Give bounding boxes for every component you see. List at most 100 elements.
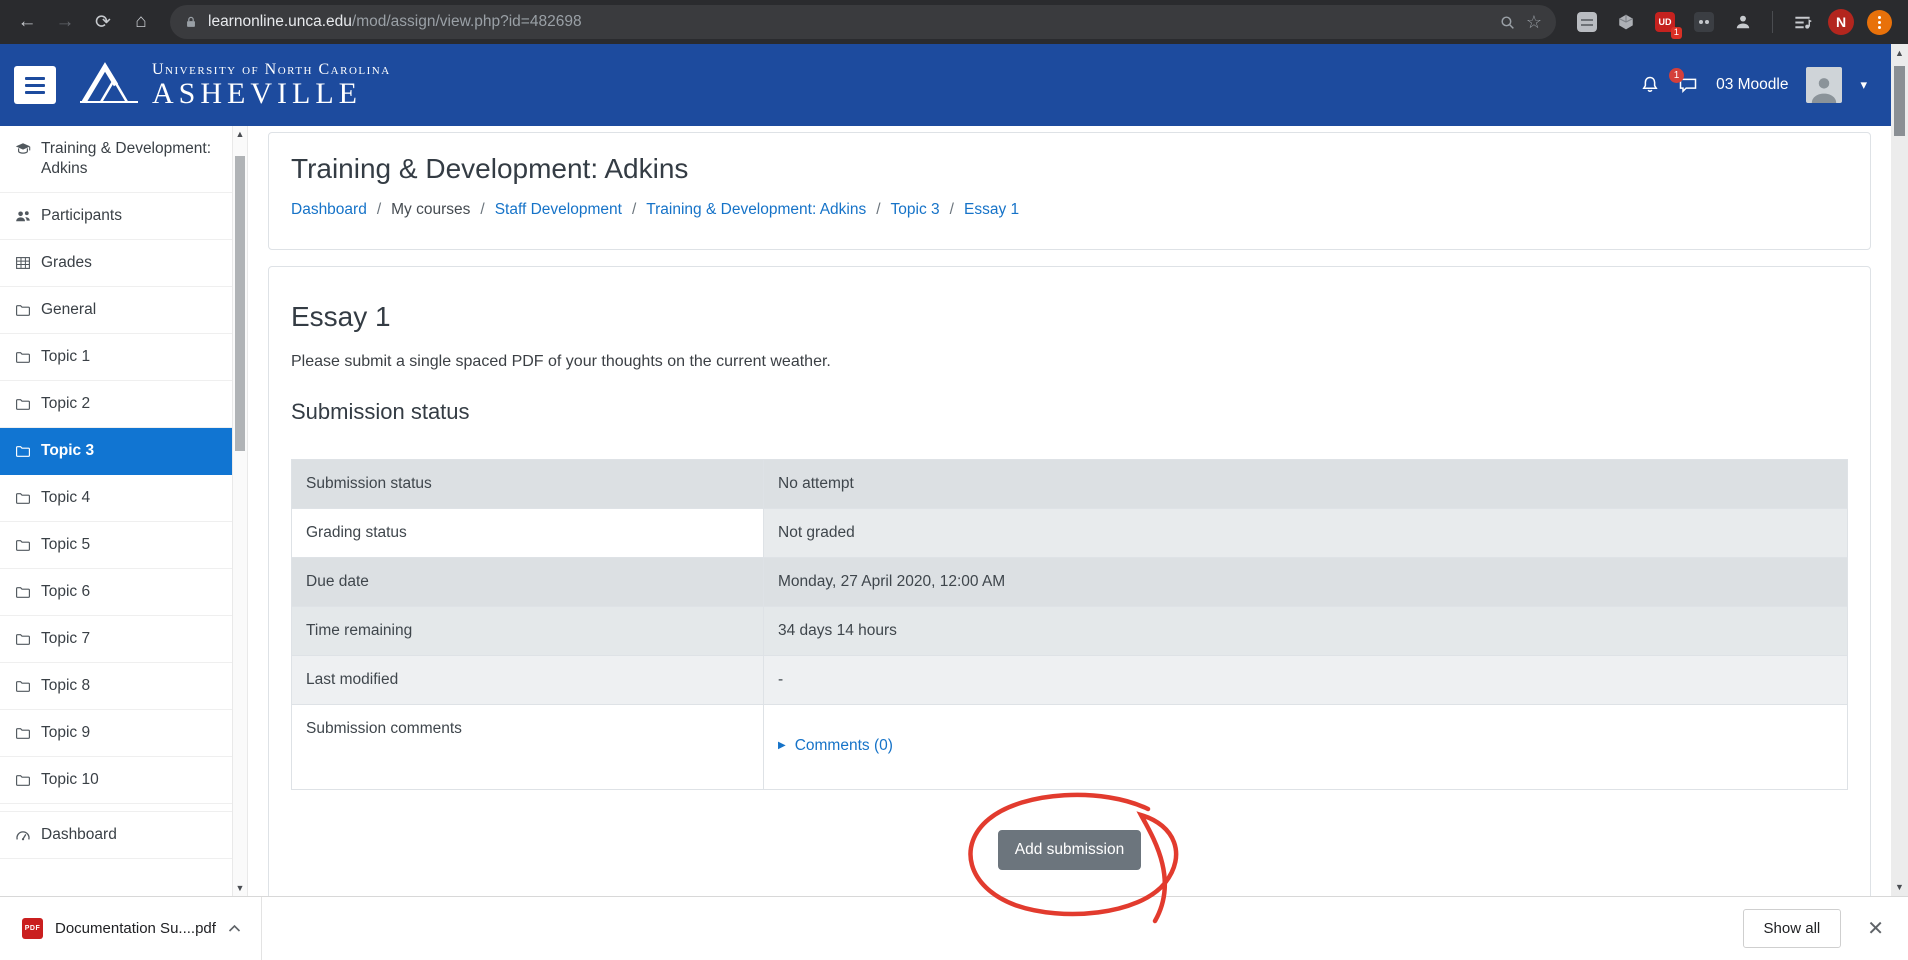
status-row-value: Monday, 27 April 2020, 12:00 AM	[764, 558, 1848, 607]
notifications-bell-icon[interactable]	[1640, 75, 1660, 95]
breadcrumb-item[interactable]: Topic 3	[891, 201, 940, 219]
messages-icon[interactable]: 1	[1678, 75, 1698, 95]
extensions-area: UD 1 N	[1568, 9, 1898, 35]
zoom-icon[interactable]	[1499, 14, 1516, 31]
logo-line2: ASHEVILLE	[152, 79, 391, 109]
breadcrumb-separator: /	[950, 201, 954, 219]
folder-icon	[15, 490, 31, 506]
pdf-file-icon: PDF	[22, 918, 43, 939]
sidebar-scroll-thumb[interactable]	[235, 156, 245, 451]
breadcrumb-item[interactable]: Essay 1	[964, 201, 1019, 219]
show-all-button[interactable]: Show all	[1743, 909, 1842, 948]
home-button[interactable]: ⌂	[124, 5, 158, 39]
status-row-value: No attempt	[764, 460, 1848, 509]
status-row: Due dateMonday, 27 April 2020, 12:00 AM	[292, 558, 1848, 607]
browser-menu-icon[interactable]	[1867, 10, 1892, 35]
sidebar-item-topic-4[interactable]: Topic 4	[0, 475, 232, 522]
unca-logo[interactable]: University of North Carolina ASHEVILLE	[78, 60, 391, 111]
page-scroll-down-icon[interactable]: ▼	[1895, 882, 1904, 892]
download-filename[interactable]: Documentation Su....pdf	[55, 920, 216, 937]
sidebar-item-participants[interactable]: Participants	[0, 193, 232, 240]
sidebar-item-topic-8[interactable]: Topic 8	[0, 663, 232, 710]
status-row-label: Time remaining	[292, 607, 764, 656]
status-row: Last modified-	[292, 656, 1848, 705]
sidebar-item-general[interactable]: General	[0, 287, 232, 334]
status-row: Grading statusNot graded	[292, 509, 1848, 558]
sidebar-scroll-down-icon[interactable]: ▼	[236, 883, 245, 893]
grades-table-icon	[15, 255, 31, 271]
bookmark-star-icon[interactable]: ☆	[1526, 12, 1542, 33]
add-submission-button[interactable]: Add submission	[998, 830, 1141, 870]
forward-button[interactable]: →	[48, 5, 82, 39]
sidebar-item-label: Topic 8	[41, 676, 90, 696]
sidebar-item-topic-5[interactable]: Topic 5	[0, 522, 232, 569]
sidebar-item-dashboard[interactable]: Dashboard	[0, 811, 232, 859]
nav-drawer-toggle[interactable]	[14, 66, 56, 104]
breadcrumb-item[interactable]: Training & Development: Adkins	[646, 201, 866, 219]
sidebar-scrollbar[interactable]: ▲ ▼	[232, 126, 248, 896]
sidebar-item-label: Training & Development: Adkins	[41, 139, 224, 179]
extension-cube-icon[interactable]	[1613, 9, 1639, 35]
page-scroll-thumb[interactable]	[1894, 66, 1905, 136]
downloads-bar: PDF Documentation Su....pdf Show all ✕	[0, 896, 1908, 960]
reload-button[interactable]: ⟳	[86, 5, 120, 39]
status-row-label: Last modified	[292, 656, 764, 705]
assignment-description: Please submit a single spaced PDF of you…	[291, 353, 1848, 371]
assignment-card: Essay 1 Please submit a single spaced PD…	[268, 266, 1871, 896]
breadcrumb-item[interactable]: Staff Development	[495, 201, 622, 219]
download-expand-icon[interactable]	[228, 924, 241, 933]
sidebar-item-training-development-adkins[interactable]: Training & Development: Adkins	[0, 126, 232, 193]
status-row-label: Due date	[292, 558, 764, 607]
extension-keyboard-icon[interactable]	[1574, 9, 1600, 35]
url-path: /mod/assign/view.php?id=482698	[352, 13, 582, 30]
status-row-label: Grading status	[292, 509, 764, 558]
page-scroll-up-icon[interactable]: ▲	[1895, 48, 1904, 58]
sidebar-item-label: Participants	[41, 206, 122, 226]
triangle-right-icon: ▶	[778, 740, 786, 751]
profile-avatar[interactable]: N	[1828, 9, 1854, 35]
breadcrumb-separator: /	[377, 201, 381, 219]
page-scrollbar[interactable]: ▲ ▼	[1891, 44, 1908, 896]
extension-dots-icon[interactable]	[1691, 9, 1717, 35]
folder-icon	[15, 584, 31, 600]
browser-viewport: University of North Carolina ASHEVILLE 1…	[0, 44, 1908, 896]
dashboard-icon	[15, 827, 31, 843]
sidebar-item-topic-9[interactable]: Topic 9	[0, 710, 232, 757]
sidebar-item-topic-2[interactable]: Topic 2	[0, 381, 232, 428]
sidebar-scroll-up-icon[interactable]: ▲	[236, 129, 245, 139]
user-menu-caret-icon[interactable]: ▾	[1860, 77, 1867, 93]
comments-toggle-link[interactable]: ▶Comments (0)	[778, 737, 893, 755]
sidebar-item-topic-3[interactable]: Topic 3	[0, 428, 232, 475]
folder-icon	[15, 678, 31, 694]
sidebar-item-label: Dashboard	[41, 825, 117, 845]
breadcrumb-item[interactable]: Dashboard	[291, 201, 367, 219]
extension-person-icon[interactable]	[1730, 9, 1756, 35]
folder-icon	[15, 349, 31, 365]
sidebar-item-label: Topic 1	[41, 347, 90, 367]
sidebar-item-grades[interactable]: Grades	[0, 240, 232, 287]
media-list-icon[interactable]	[1789, 9, 1815, 35]
folder-icon	[15, 443, 31, 459]
lock-icon	[184, 15, 198, 29]
sidebar-item-topic-1[interactable]: Topic 1	[0, 334, 232, 381]
status-row-value: ▶Comments (0)	[764, 705, 1848, 790]
sidebar-item-topic-10[interactable]: Topic 10	[0, 757, 232, 804]
users-icon	[15, 208, 31, 224]
sidebar-item-label: Topic 4	[41, 488, 90, 508]
sidebar-item-label: General	[41, 300, 96, 320]
folder-icon	[15, 772, 31, 788]
folder-icon	[15, 396, 31, 412]
user-avatar[interactable]	[1806, 67, 1842, 103]
downloads-close-icon[interactable]: ✕	[1867, 916, 1884, 941]
sidebar-item-topic-7[interactable]: Topic 7	[0, 616, 232, 663]
sidebar-item-topic-6[interactable]: Topic 6	[0, 569, 232, 616]
page-header-card: Training & Development: Adkins Dashboard…	[268, 132, 1871, 250]
nav-drawer: Training & Development: Adkins Participan…	[0, 126, 232, 896]
message-count-badge: 1	[1669, 68, 1684, 83]
extension-ud-icon[interactable]: UD 1	[1652, 9, 1678, 35]
address-bar[interactable]: learnonline.unca.edu/mod/assign/view.php…	[170, 5, 1556, 39]
status-row-value: -	[764, 656, 1848, 705]
main-content: Training & Development: Adkins Dashboard…	[248, 126, 1891, 896]
back-button[interactable]: ←	[10, 5, 44, 39]
status-row-label: Submission status	[292, 460, 764, 509]
